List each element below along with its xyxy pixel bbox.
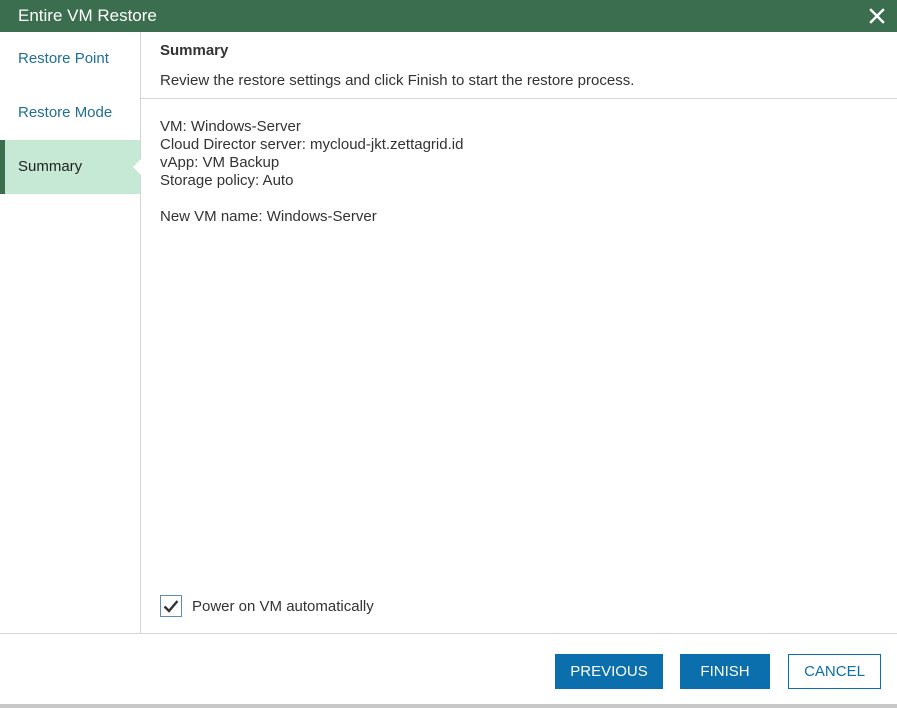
finish-button[interactable]: FINISH [680,654,770,689]
sidebar-item-restore-point[interactable]: Restore Point [0,32,140,86]
previous-button[interactable]: PREVIOUS [555,654,663,689]
summary-vm: VM: Windows-Server [160,118,301,135]
sidebar-item-restore-mode[interactable]: Restore Mode [0,86,140,140]
close-button[interactable] [863,2,891,30]
summary-cloud-director-server: Cloud Director server: mycloud-jkt.zetta… [160,136,464,153]
checkmark-icon [163,600,179,613]
restore-summary-details: VM: Windows-Server Cloud Director server… [160,118,463,226]
sidebar-item-summary[interactable]: Summary [0,140,141,194]
wizard-steps-sidebar: Restore Point Restore Mode Summary [0,32,141,633]
close-icon [869,8,885,24]
power-on-checkbox[interactable] [160,595,182,617]
page-description: Review the restore settings and click Fi… [160,72,635,89]
cancel-button[interactable]: CANCEL [788,654,881,689]
power-on-label: Power on VM automatically [192,597,374,615]
window-title: Entire VM Restore [18,6,157,25]
summary-new-vm-name: New VM name: Windows-Server [160,208,377,225]
sidebar-item-label: Restore Point [18,50,109,67]
window-bottom-edge [0,704,897,708]
power-on-vm-option[interactable]: Power on VM automatically [160,595,374,617]
window-titlebar: Entire VM Restore [0,0,897,32]
main-content: Summary Review the restore settings and … [141,32,897,633]
summary-storage-policy: Storage policy: Auto [160,172,294,189]
summary-vapp: vApp: VM Backup [160,154,280,171]
wizard-footer: PREVIOUS FINISH CANCEL [0,633,897,704]
sidebar-item-label: Restore Mode [18,104,113,121]
step-header: Summary Review the restore settings and … [141,32,897,99]
page-title: Summary [160,42,229,59]
sidebar-item-label: Summary [18,158,83,175]
